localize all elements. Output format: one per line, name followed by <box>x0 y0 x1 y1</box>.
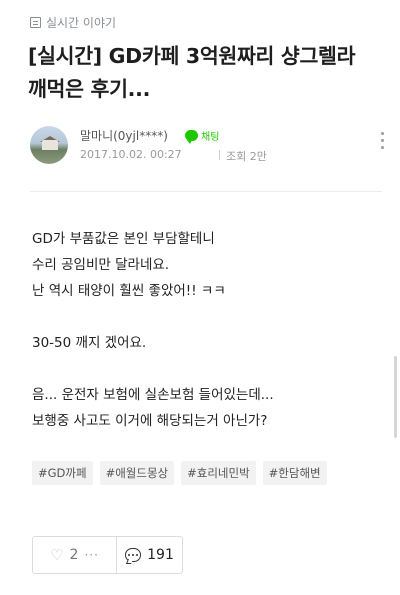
tag-list: #GD까페 #애월드몽상 #효리네민박 #한담해변 <box>32 461 327 485</box>
view-count: 조회 2만 <box>226 150 267 163</box>
avatar[interactable] <box>30 126 68 164</box>
vertical-dots-icon[interactable] <box>381 132 385 154</box>
heart-icon: ♡ <box>50 545 64 564</box>
comment-icon <box>125 548 142 562</box>
author-info: 말마니(0yjl****) 채팅 2017.10.02. 00:27 조회 2만 <box>30 126 385 166</box>
like-more-button[interactable]: ··· <box>84 548 98 562</box>
body-line: 음... 운전자 보험에 실손보험 들어있는데... <box>32 387 274 403</box>
tag[interactable]: #효리네민박 <box>181 461 256 485</box>
tag[interactable]: #한담해변 <box>262 461 327 485</box>
chat-button[interactable]: 채팅 <box>185 128 220 144</box>
chat-label: 채팅 <box>201 132 220 143</box>
divider <box>30 191 382 192</box>
comment-count: 191 <box>147 547 174 563</box>
comment-button[interactable]: 191 <box>117 537 182 573</box>
body-line: 난 역시 태양이 훨씬 좋았어!! ㅋㅋ <box>32 283 226 299</box>
tag[interactable]: #애월드몽상 <box>99 461 175 485</box>
post-date: 2017.10.02. 00:27 <box>80 148 182 161</box>
like-button[interactable]: ♡ 2 ··· <box>33 537 117 573</box>
tag[interactable]: #GD까페 <box>32 461 93 485</box>
body-line: 30-50 깨지 겠어요. <box>32 335 147 351</box>
author-nickname[interactable]: 말마니(0yjl****) <box>80 127 168 144</box>
meta-divider <box>219 150 220 160</box>
body-line: GD가 부품값은 본인 부담할테니 <box>32 231 215 247</box>
list-icon <box>30 17 41 28</box>
body-line: 보행중 사고도 이거에 해당되는거 아닌가? <box>32 413 268 429</box>
post-title: [실시간] GD카페 3억원짜리 샹그렐라 깨먹은 후기... <box>28 44 356 101</box>
like-count: 2 <box>69 547 79 563</box>
board-label: 실시간 이야기 <box>46 16 117 30</box>
body-line: 수리 공임비만 달라네요. <box>32 257 170 273</box>
scrollbar[interactable] <box>394 356 397 438</box>
post-body: GD가 부품값은 본인 부담할테니 수리 공임비만 달라네요. 난 역시 태양이… <box>32 226 382 434</box>
board-link[interactable]: 실시간 이야기 <box>30 14 116 31</box>
chat-bubble-icon <box>185 130 198 144</box>
action-bar: ♡ 2 ··· 191 <box>32 536 183 574</box>
